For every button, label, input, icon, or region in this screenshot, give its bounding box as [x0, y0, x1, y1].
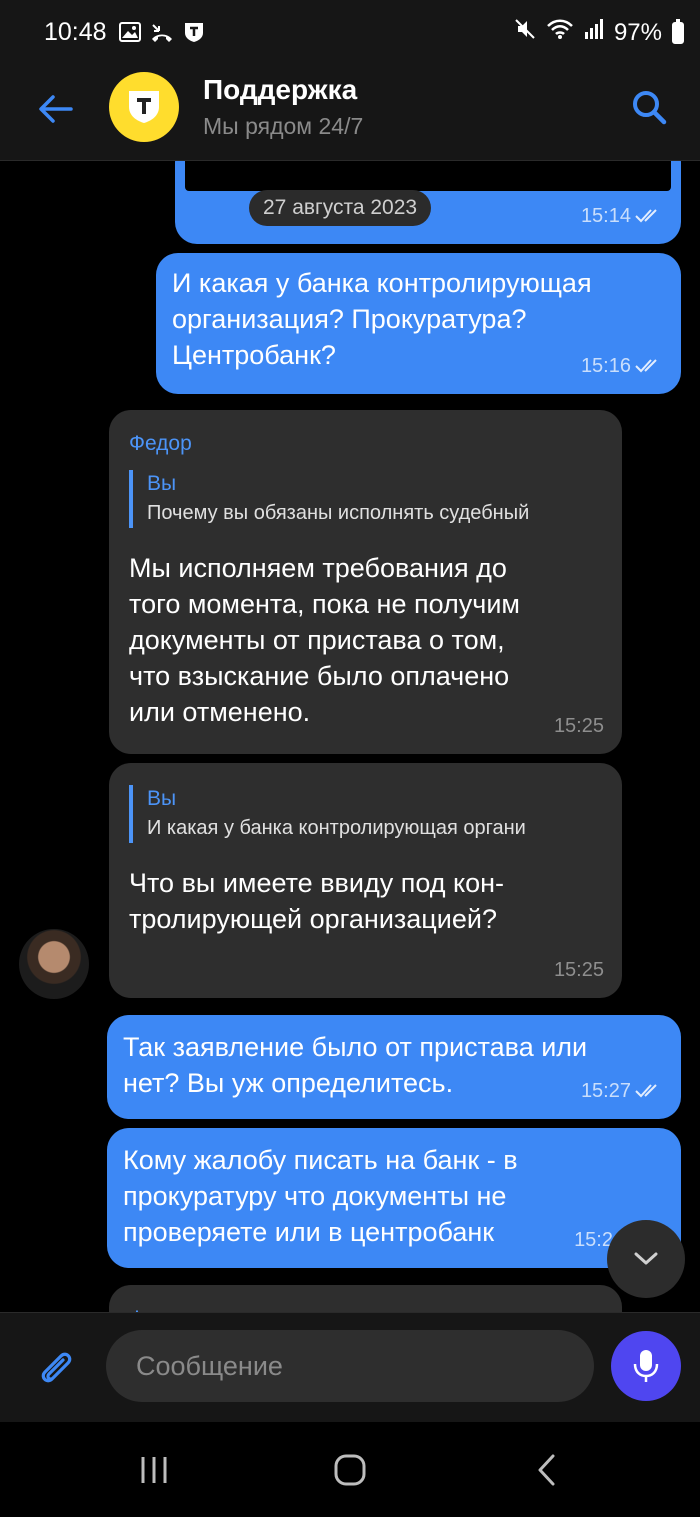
message-time: 15:14: [581, 198, 663, 234]
chevron-left-icon: [538, 1454, 555, 1486]
bank-logo-avatar[interactable]: [109, 72, 179, 142]
wifi-icon: [546, 18, 574, 47]
paperclip-icon: [41, 1352, 72, 1383]
message-bubble-incoming[interactable]: Федор Вы Почему вы обязаны исполнять суд…: [109, 410, 622, 754]
reply-author: Вы: [147, 787, 177, 810]
message-bubble-outgoing[interactable]: Кому жалобу писать на банк - в прокурату…: [107, 1128, 681, 1268]
message-time: 15:25: [553, 959, 604, 981]
message-text: Мы исполняем требования до того момента,…: [129, 553, 520, 727]
chevron-down-icon: [634, 1252, 658, 1265]
reply-author: Вы: [147, 472, 177, 495]
message-bubble-incoming[interactable]: Вы И какая у банка контролирующая органи…: [109, 763, 622, 998]
message-bubble-outgoing[interactable]: И какая у банка контролирующая организац…: [156, 253, 681, 394]
tbank-logo-icon: [129, 91, 159, 123]
home-button[interactable]: [325, 1448, 375, 1492]
chat-header: Поддержка Мы рядом 24/7: [0, 66, 700, 161]
attach-button[interactable]: [34, 1346, 78, 1390]
back-button[interactable]: [34, 88, 76, 130]
tbank-icon: [182, 20, 206, 44]
missed-call-icon: [150, 20, 174, 44]
message-bubble-outgoing[interactable]: Так заявление было от пристава или нет? …: [107, 1015, 681, 1119]
scroll-to-bottom-button[interactable]: [607, 1220, 685, 1298]
double-check-icon: [635, 1084, 657, 1098]
message-time: 15:27: [581, 1073, 663, 1109]
microphone-icon: [633, 1350, 659, 1382]
status-time: 10:48: [44, 18, 107, 46]
message-list[interactable]: 27 августа 2023 15:14 И какая у банка ко…: [0, 161, 700, 1312]
sender-name: Федор: [129, 432, 192, 455]
double-check-icon: [635, 209, 657, 223]
voice-message-button[interactable]: [611, 1331, 681, 1401]
chat-title[interactable]: Поддержка: [203, 74, 357, 106]
battery-percent: 97%: [613, 18, 662, 46]
message-bubble-incoming[interactable]: Федор: [109, 1285, 622, 1312]
reply-text: Почему вы обязаны исполнять судебный: [147, 502, 530, 524]
recent-apps-icon: [141, 1457, 167, 1483]
status-bar: 10:48 97%: [0, 0, 700, 66]
message-bubble-outgoing[interactable]: 27 августа 2023 15:14: [175, 161, 681, 244]
status-notification-icons: [118, 20, 206, 44]
system-navigation-bar: [0, 1422, 700, 1517]
message-text: Что вы имеете ввиду под кон- тролирующей…: [129, 868, 505, 934]
home-icon: [334, 1454, 366, 1486]
chat-subtitle: Мы рядом 24/7: [203, 113, 364, 139]
search-icon: [633, 91, 667, 125]
message-input[interactable]: [106, 1330, 594, 1402]
date-label: 27 августа 2023: [249, 190, 432, 226]
message-time: 15:25: [553, 715, 604, 737]
back-nav-button[interactable]: [521, 1448, 571, 1492]
mute-icon: [514, 18, 536, 47]
search-button[interactable]: [628, 86, 670, 128]
recent-apps-button[interactable]: [129, 1448, 179, 1492]
reply-text: И какая у банка контролирующая органи: [147, 817, 526, 839]
media-attachment[interactable]: [185, 161, 671, 191]
gallery-icon: [118, 20, 142, 44]
composer-bar: [0, 1312, 700, 1422]
arrow-left-icon: [39, 95, 73, 123]
battery-icon: [672, 18, 684, 44]
message-time: 15:16: [581, 348, 663, 384]
signal-icon: [584, 18, 604, 47]
reply-quote[interactable]: Вы И какая у банка контролирующая органи: [129, 785, 602, 843]
reply-quote[interactable]: Вы Почему вы обязаны исполнять судебный: [129, 470, 602, 528]
status-system-icons: 97%: [514, 18, 684, 47]
sender-name: Федор: [129, 1301, 602, 1312]
double-check-icon: [635, 359, 657, 373]
agent-avatar[interactable]: [19, 929, 89, 999]
